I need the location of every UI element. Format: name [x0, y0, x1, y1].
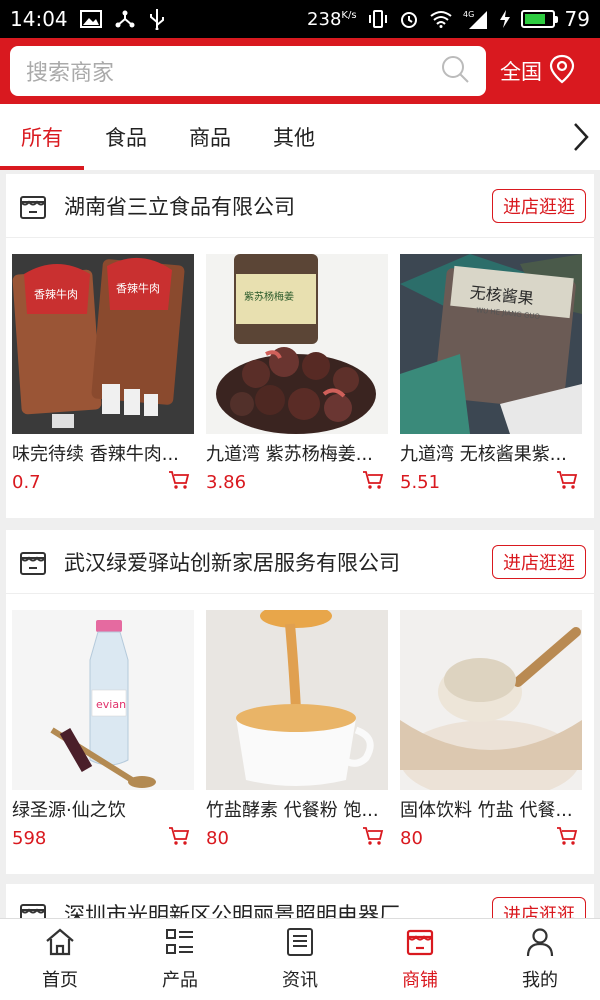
product-price: 80 — [206, 827, 229, 849]
search-icon[interactable] — [440, 54, 470, 88]
network-speed-unit: K/s — [341, 9, 357, 21]
home-icon — [44, 927, 76, 962]
tab-label: 其他 — [273, 126, 315, 150]
product-name: 九道湾 紫苏杨梅姜... — [206, 444, 373, 465]
package-label: 香辣牛肉 — [34, 287, 78, 301]
product-item[interactable]: 固体饮料 竹盐 代餐... 80 — [400, 610, 582, 850]
tab-label: 商品 — [189, 126, 231, 150]
product-item[interactable]: 竹盐酵素 代餐粉 饱... 80 — [206, 610, 388, 850]
product-item[interactable]: 无核酱果 WU HE JIANG GUO 九道湾 无核酱果紫... 5.51 — [400, 254, 582, 494]
product-name: 绿圣源·仙之饮 — [12, 800, 126, 821]
product-list: evian 绿圣源·仙之饮 598 竹盐酵素 代餐粉 饱... 80 固体饮料 … — [6, 594, 594, 850]
product-image[interactable]: 紫苏杨梅姜 — [206, 254, 388, 434]
vibrate-icon — [367, 9, 389, 29]
category-tabs: 所有 食品 商品 其他 — [0, 104, 600, 170]
nav-shops[interactable]: 商铺 — [360, 919, 480, 1000]
battery-percent: 79 — [564, 7, 590, 31]
share-icon — [114, 9, 136, 29]
tab-food[interactable]: 食品 — [84, 104, 168, 170]
bottom-nav: 首页 产品 资讯 商铺 我的 — [0, 918, 600, 1000]
nav-label: 首页 — [42, 970, 78, 991]
jar-label: 紫苏杨梅姜 — [244, 290, 294, 303]
product-price: 80 — [400, 827, 423, 849]
tab-label: 食品 — [105, 126, 147, 150]
nav-home[interactable]: 首页 — [0, 919, 120, 1000]
cart-icon[interactable] — [362, 826, 384, 850]
battery-fill — [524, 14, 546, 24]
chevron-right-icon[interactable] — [572, 121, 590, 157]
charging-icon — [499, 9, 511, 29]
product-price: 0.7 — [12, 471, 41, 493]
cart-icon[interactable] — [556, 826, 578, 850]
product-name: 竹盐酵素 代餐粉 饱... — [206, 800, 379, 821]
store-name: 湖南省三立食品有限公司 — [64, 194, 295, 219]
network-speed: 238 — [307, 8, 342, 30]
cart-icon[interactable] — [556, 470, 578, 494]
nav-label: 资讯 — [282, 970, 318, 991]
search-placeholder: 搜索商家 — [26, 61, 115, 86]
region-selector[interactable]: 全国 — [486, 54, 590, 89]
product-name: 九道湾 无核酱果紫... — [400, 444, 567, 465]
usb-icon — [148, 8, 166, 30]
product-name: 固体饮料 竹盐 代餐... — [400, 800, 573, 821]
alarm-icon — [399, 9, 419, 29]
nav-products[interactable]: 产品 — [120, 919, 240, 1000]
status-time: 14:04 — [10, 7, 68, 31]
wifi-icon — [429, 10, 453, 28]
user-icon — [524, 927, 556, 962]
product-image[interactable] — [206, 610, 388, 790]
store-icon — [18, 547, 48, 577]
news-icon — [284, 927, 316, 962]
cart-icon[interactable] — [362, 470, 384, 494]
nav-mine[interactable]: 我的 — [480, 919, 600, 1000]
app-header: 搜索商家 全国 — [0, 38, 600, 104]
nav-label: 我的 — [522, 970, 558, 991]
product-list: 香辣牛肉 香辣牛肉 味完待续 香辣牛肉... 0.7 紫苏杨梅姜 九道湾 紫苏杨… — [6, 238, 594, 494]
region-label: 全国 — [500, 60, 542, 84]
shop-icon — [404, 927, 436, 962]
nav-label: 商铺 — [402, 970, 438, 991]
search-input[interactable]: 搜索商家 — [10, 46, 486, 96]
battery-icon — [520, 10, 558, 28]
store-name: 武汉绿爱驿站创新家居服务有限公司 — [64, 550, 400, 575]
store-icon — [18, 191, 48, 221]
product-item[interactable]: 香辣牛肉 香辣牛肉 味完待续 香辣牛肉... 0.7 — [12, 254, 194, 494]
list-icon — [164, 927, 196, 962]
cart-icon[interactable] — [168, 470, 190, 494]
product-image[interactable] — [400, 610, 582, 790]
product-image[interactable]: 香辣牛肉 香辣牛肉 — [12, 254, 194, 434]
enter-store-button[interactable]: 进店逛逛 — [492, 544, 586, 579]
store-card: 武汉绿爱驿站创新家居服务有限公司 进店逛逛 evian 绿圣源·仙之饮 598 — [6, 530, 594, 874]
status-bar: 14:04 238K/s 4G 79 — [0, 0, 600, 38]
nav-label: 产品 — [162, 970, 198, 991]
gallery-icon — [79, 10, 102, 28]
tab-goods[interactable]: 商品 — [168, 104, 252, 170]
store-header: 湖南省三立食品有限公司 进店逛逛 — [6, 174, 594, 238]
product-image[interactable]: 无核酱果 WU HE JIANG GUO — [400, 254, 582, 434]
cart-icon[interactable] — [168, 826, 190, 850]
product-name: 味完待续 香辣牛肉... — [12, 444, 179, 465]
enter-store-button[interactable]: 进店逛逛 — [492, 188, 586, 223]
product-item[interactable]: 紫苏杨梅姜 九道湾 紫苏杨梅姜... 3.86 — [206, 254, 388, 494]
product-item[interactable]: evian 绿圣源·仙之饮 598 — [12, 610, 194, 850]
tab-other[interactable]: 其他 — [252, 104, 336, 170]
product-price: 5.51 — [400, 471, 441, 493]
product-price: 598 — [12, 827, 47, 849]
signal-icon: 4G — [463, 9, 489, 29]
store-card: 湖南省三立食品有限公司 进店逛逛 香辣牛肉 香辣牛肉 味完待续 香辣牛肉... … — [6, 174, 594, 518]
location-pin-icon — [548, 54, 576, 89]
tab-label: 所有 — [21, 126, 63, 150]
product-image[interactable]: evian — [12, 610, 194, 790]
bottle-label: evian — [96, 698, 126, 711]
tab-all[interactable]: 所有 — [0, 104, 84, 170]
signal-label: 4G — [463, 10, 474, 19]
package-label: 香辣牛肉 — [116, 281, 160, 295]
store-header: 武汉绿爱驿站创新家居服务有限公司 进店逛逛 — [6, 530, 594, 594]
nav-news[interactable]: 资讯 — [240, 919, 360, 1000]
product-price: 3.86 — [206, 471, 247, 493]
